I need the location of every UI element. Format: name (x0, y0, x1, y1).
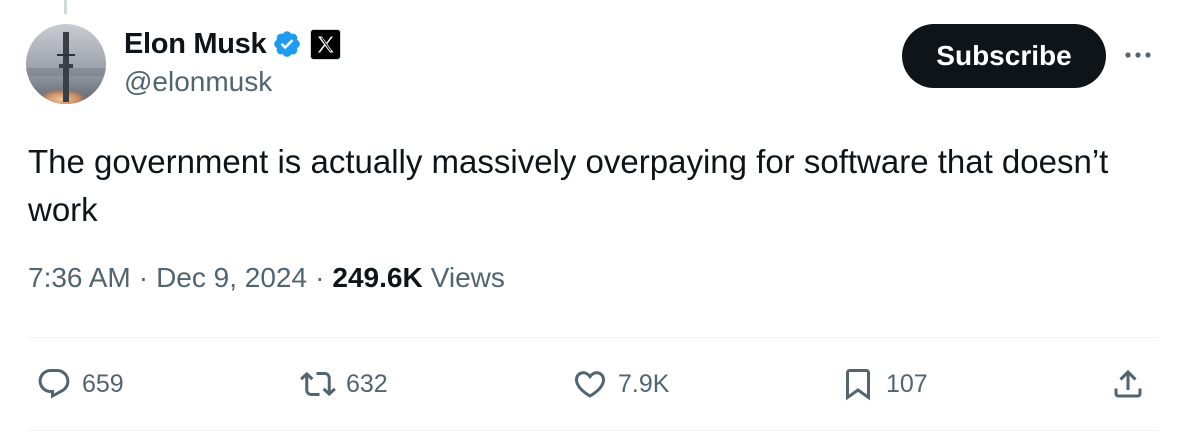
author-name-row: Elon Musk (124, 24, 342, 64)
divider (28, 337, 1158, 338)
meta-separator: · (138, 262, 149, 293)
tweet-text: The government is actually massively ove… (28, 143, 1109, 228)
share-button[interactable] (1110, 358, 1146, 410)
avatar-image (26, 24, 106, 104)
share-icon (1114, 369, 1142, 398)
author-name[interactable]: Elon Musk (124, 28, 267, 61)
subscribe-button[interactable]: Subscribe (902, 24, 1106, 88)
views-count[interactable]: 249.6K (332, 262, 422, 294)
tweet-actions-bar: 659 632 7.9K 107 (28, 358, 1158, 410)
like-count: 7.9K (618, 369, 670, 398)
reply-button[interactable]: 659 (36, 358, 124, 410)
more-options-icon[interactable] (1118, 40, 1158, 70)
divider (28, 430, 1158, 431)
bookmark-count: 107 (886, 369, 928, 398)
bookmark-button[interactable]: 107 (840, 358, 928, 410)
reply-count: 659 (82, 369, 124, 398)
meta-separator: · (315, 262, 325, 293)
repost-icon (300, 371, 336, 397)
author-handle[interactable]: @elonmusk (124, 66, 272, 98)
reply-icon (38, 369, 70, 399)
tweet-meta: 7:36 AM · Dec 9, 2024 · 249.6K Views (28, 262, 505, 294)
thread-connector-line (64, 0, 67, 14)
repost-button[interactable]: 632 (300, 358, 388, 410)
bookmark-icon (846, 369, 870, 401)
verified-badge-icon[interactable] (272, 29, 302, 59)
x-logo-icon[interactable] (310, 28, 342, 60)
views-label: Views (430, 262, 505, 293)
tweet-time[interactable]: 7:36 AM (28, 262, 131, 294)
tweet-date[interactable]: Dec 9, 2024 (156, 262, 307, 294)
repost-count: 632 (346, 369, 388, 398)
heart-icon (574, 371, 606, 398)
avatar[interactable] (26, 24, 106, 104)
like-button[interactable]: 7.9K (572, 358, 669, 410)
